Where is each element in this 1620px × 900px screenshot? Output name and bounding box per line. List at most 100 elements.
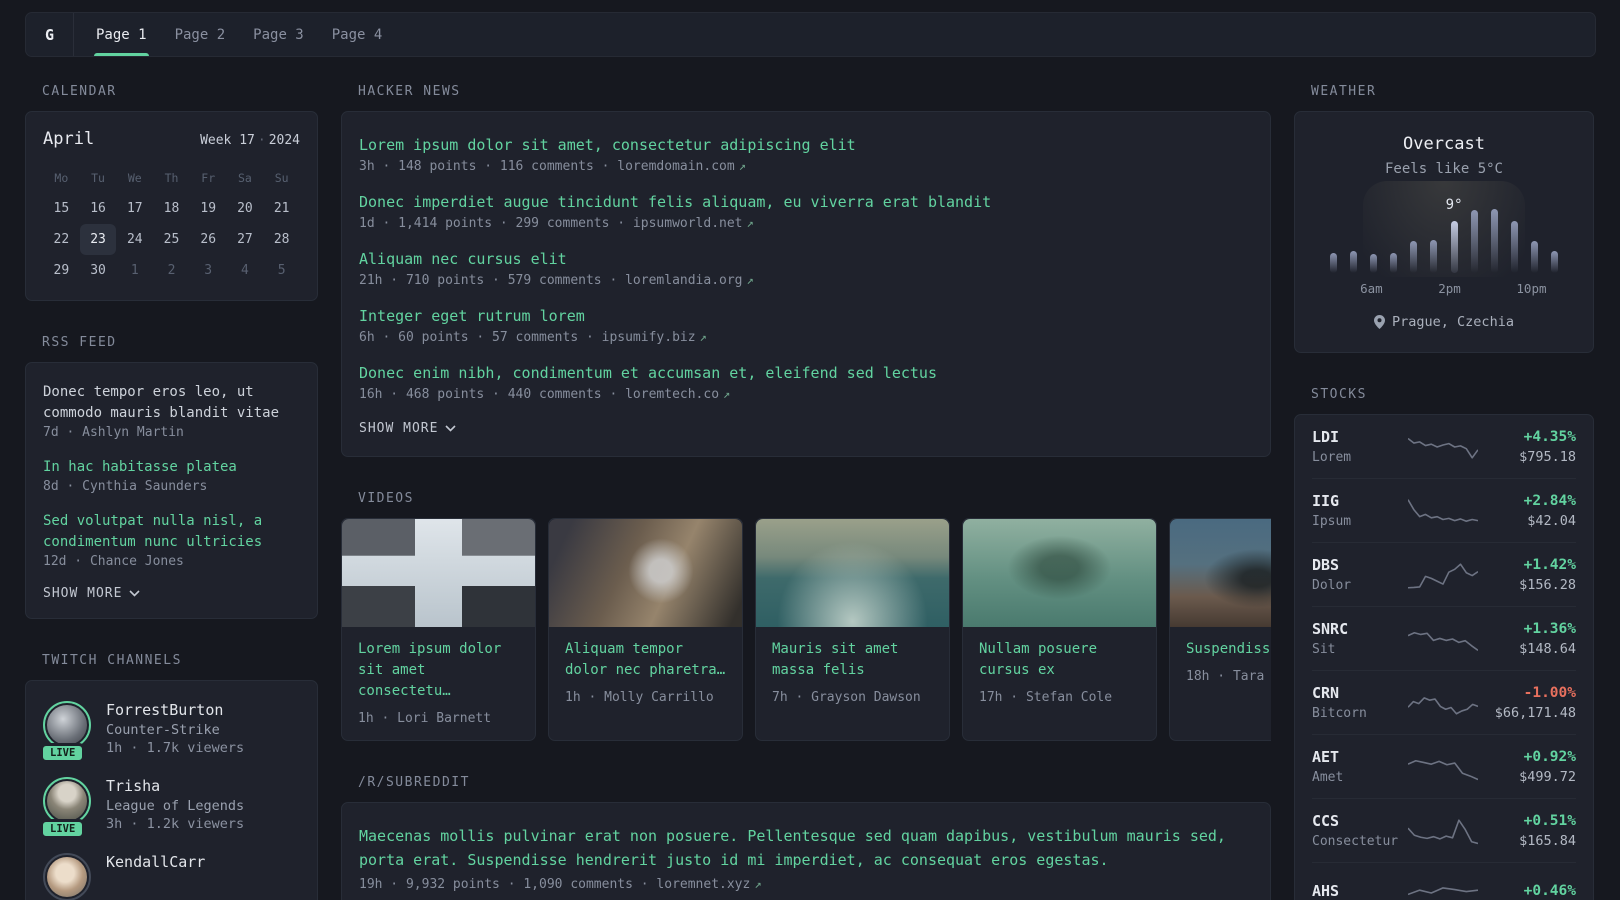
video-card[interactable]: Mauris sit amet massa felis 7h · Grayson… (755, 518, 950, 741)
external-link-icon[interactable]: ↗ (739, 159, 746, 173)
rss-item-title[interactable]: Donec tempor eros leo, ut commodo mauris… (43, 382, 300, 424)
stock-name: Ipsum (1312, 514, 1352, 529)
video-thumbnail[interactable] (549, 519, 742, 627)
hn-story: Aliquam nec cursus elit 21h · 710 points… (359, 248, 1253, 288)
video-thumbnail[interactable] (963, 519, 1156, 627)
video-thumbnail[interactable] (1170, 519, 1271, 627)
tab-page-3[interactable]: Page 3 (242, 13, 315, 56)
twitch-channel-category: Counter-Strike (106, 722, 220, 738)
rss-item-title[interactable]: Sed volutpat nulla nisl, a condimentum n… (43, 511, 300, 553)
twitch-heading: TWITCH CHANNELS (42, 653, 182, 668)
video-card[interactable]: Aliquam tempor dolor nec pharetra… 1h · … (548, 518, 743, 741)
stock-row[interactable]: SNRC Sit +1.36% $148.64 (1312, 606, 1576, 670)
stock-sparkline (1408, 622, 1478, 656)
stock-row[interactable]: CCS Consectetur +0.51% $165.84 (1312, 798, 1576, 862)
video-card[interactable]: Suspendisse diam 18h · Tara (1169, 518, 1271, 741)
tab-page-2[interactable]: Page 2 (164, 13, 237, 56)
calendar-day: 19 (200, 201, 217, 216)
twitch-channel-row[interactable]: LIVE ForrestBurton Counter-Strike 1h · 1… (40, 701, 300, 763)
video-card[interactable]: Nullam posuere cursus ex 17h · Stefan Co… (962, 518, 1157, 741)
reddit-post-meta: 19h · 9,932 points · 1,090 comments · lo… (359, 877, 762, 892)
stock-row[interactable]: CRN Bitcorn -1.00% $66,171.48 (1312, 670, 1576, 734)
external-link-icon[interactable]: ↗ (700, 330, 707, 344)
top-nav: G Page 1 Page 2 Page 3 Page 4 (25, 12, 1596, 57)
stock-change: +0.51% (1523, 812, 1576, 829)
hn-story-title[interactable]: Aliquam nec cursus elit (359, 248, 1253, 270)
stock-row[interactable]: IIG Ipsum +2.84% $42.04 (1312, 478, 1576, 542)
stock-name: Dolor (1312, 578, 1352, 593)
weather-bar (1511, 221, 1519, 273)
hn-story-meta: 6h · 60 points · 57 comments · ipsumify.… (359, 330, 707, 345)
video-thumbnail[interactable] (756, 519, 949, 627)
stock-sparkline (1408, 558, 1478, 592)
weather-bar (1329, 252, 1337, 273)
external-link-icon[interactable]: ↗ (747, 273, 754, 287)
weather-hour-label (1461, 281, 1480, 296)
twitch-channel-row[interactable]: LIVE Trisha League of Legends 3h · 1.2k … (40, 777, 300, 839)
twitch-channel-name[interactable]: ForrestBurton (106, 701, 244, 719)
subreddit-heading: /R/SUBREDDIT (358, 775, 470, 790)
calendar-day-header: Mo (54, 170, 69, 185)
twitch-channel-name[interactable]: Trisha (106, 777, 244, 795)
rss-widget: RSS FEED Donec tempor eros leo, ut commo… (25, 335, 318, 619)
avatar (43, 853, 91, 900)
rss-item-meta: 8d · Cynthia Saunders (43, 479, 208, 494)
rss-heading: RSS FEED (42, 335, 117, 350)
stock-row[interactable]: DBS Dolor +1.42% $156.28 (1312, 542, 1576, 606)
tab-page-4[interactable]: Page 4 (321, 13, 394, 56)
video-title[interactable]: Nullam posuere cursus ex (979, 639, 1140, 681)
weather-heading: WEATHER (1311, 84, 1377, 99)
stock-row[interactable]: AET Amet +0.92% $499.72 (1312, 734, 1576, 798)
external-link-icon[interactable]: ↗ (754, 877, 761, 891)
hn-story-title[interactable]: Donec imperdiet augue tincidunt felis al… (359, 191, 1253, 213)
location-pin-icon (1374, 315, 1386, 329)
external-link-icon[interactable]: ↗ (723, 387, 730, 401)
weather-hour-label (1547, 281, 1566, 296)
weather-hour-label (1342, 281, 1361, 296)
hn-show-more-button[interactable]: SHOW MORE (359, 421, 1253, 436)
stock-row[interactable]: LDI Lorem +4.35% $795.18 (1312, 415, 1576, 478)
columns: CALENDAR April Week 17 · 2024 Mo Tu We Th Fr Sa… (25, 84, 1596, 900)
twitch-channel-name[interactable]: KendallCarr (106, 853, 205, 871)
app-logo[interactable]: G (26, 13, 74, 56)
video-title[interactable]: Mauris sit amet massa felis (772, 639, 933, 681)
twitch-channel-meta: 3h · 1.2k viewers (106, 816, 245, 832)
hn-story-title[interactable]: Integer eget rutrum lorem (359, 305, 1253, 327)
videos-widget: VIDEOS Lorem ipsum dolor sit amet consec… (341, 491, 1271, 741)
stock-row[interactable]: AHS +0.46% (1312, 862, 1576, 900)
rss-item-title[interactable]: In hac habitasse platea (43, 457, 300, 478)
video-title[interactable]: Aliquam tempor dolor nec pharetra… (565, 639, 726, 681)
weather-hour-label (1323, 281, 1342, 296)
video-meta: 1h · Molly Carrillo (565, 690, 714, 705)
calendar-day-header: Tu (91, 170, 105, 185)
calendar-day: 26 (200, 232, 217, 247)
calendar-month: April (43, 129, 95, 149)
calendar-day: 18 (163, 201, 180, 216)
weather-hour-labels: 6am 2pm 10pm (1323, 281, 1565, 296)
weather-condition: Overcast (1403, 134, 1485, 154)
stock-sparkline (1408, 814, 1478, 848)
video-title[interactable]: Lorem ipsum dolor sit amet consectetu… (358, 639, 519, 702)
hn-story-title[interactable]: Donec enim nibh, condimentum et accumsan… (359, 362, 1253, 384)
video-thumbnail[interactable] (342, 519, 535, 627)
calendar-day: 16 (90, 201, 106, 216)
stock-symbol: LDI (1312, 428, 1340, 446)
stocks-widget: STOCKS LDI Lorem +4.35% $795.18 IIG Ipsum +… (1294, 387, 1594, 900)
rss-show-more-button[interactable]: SHOW MORE (43, 586, 300, 601)
stock-price: $795.18 (1519, 448, 1576, 465)
twitch-avatar-wrap: LIVE (40, 777, 91, 839)
stock-sparkline (1408, 686, 1478, 720)
rss-item-meta: 12d · Chance Jones (43, 554, 184, 569)
video-title[interactable]: Suspendisse diam (1186, 639, 1271, 660)
reddit-post-title[interactable]: Maecenas mollis pulvinar erat non posuer… (359, 825, 1253, 872)
hackernews-card: Lorem ipsum dolor sit amet, consectetur … (341, 111, 1271, 457)
twitch-channel-row[interactable]: KendallCarr (43, 853, 300, 900)
stock-price: $165.84 (1519, 832, 1576, 849)
hn-story-meta: 3h · 148 points · 116 comments · loremdo… (359, 159, 746, 174)
hn-story-title[interactable]: Lorem ipsum dolor sit amet, consectetur … (359, 134, 1253, 156)
calendar-day-header: Fr (201, 170, 216, 185)
video-card[interactable]: Lorem ipsum dolor sit amet consectetu… 1… (341, 518, 536, 741)
middle-column: HACKER NEWS Lorem ipsum dolor sit amet, … (341, 84, 1271, 900)
external-link-icon[interactable]: ↗ (747, 216, 754, 230)
tab-page-1[interactable]: Page 1 (85, 13, 158, 56)
